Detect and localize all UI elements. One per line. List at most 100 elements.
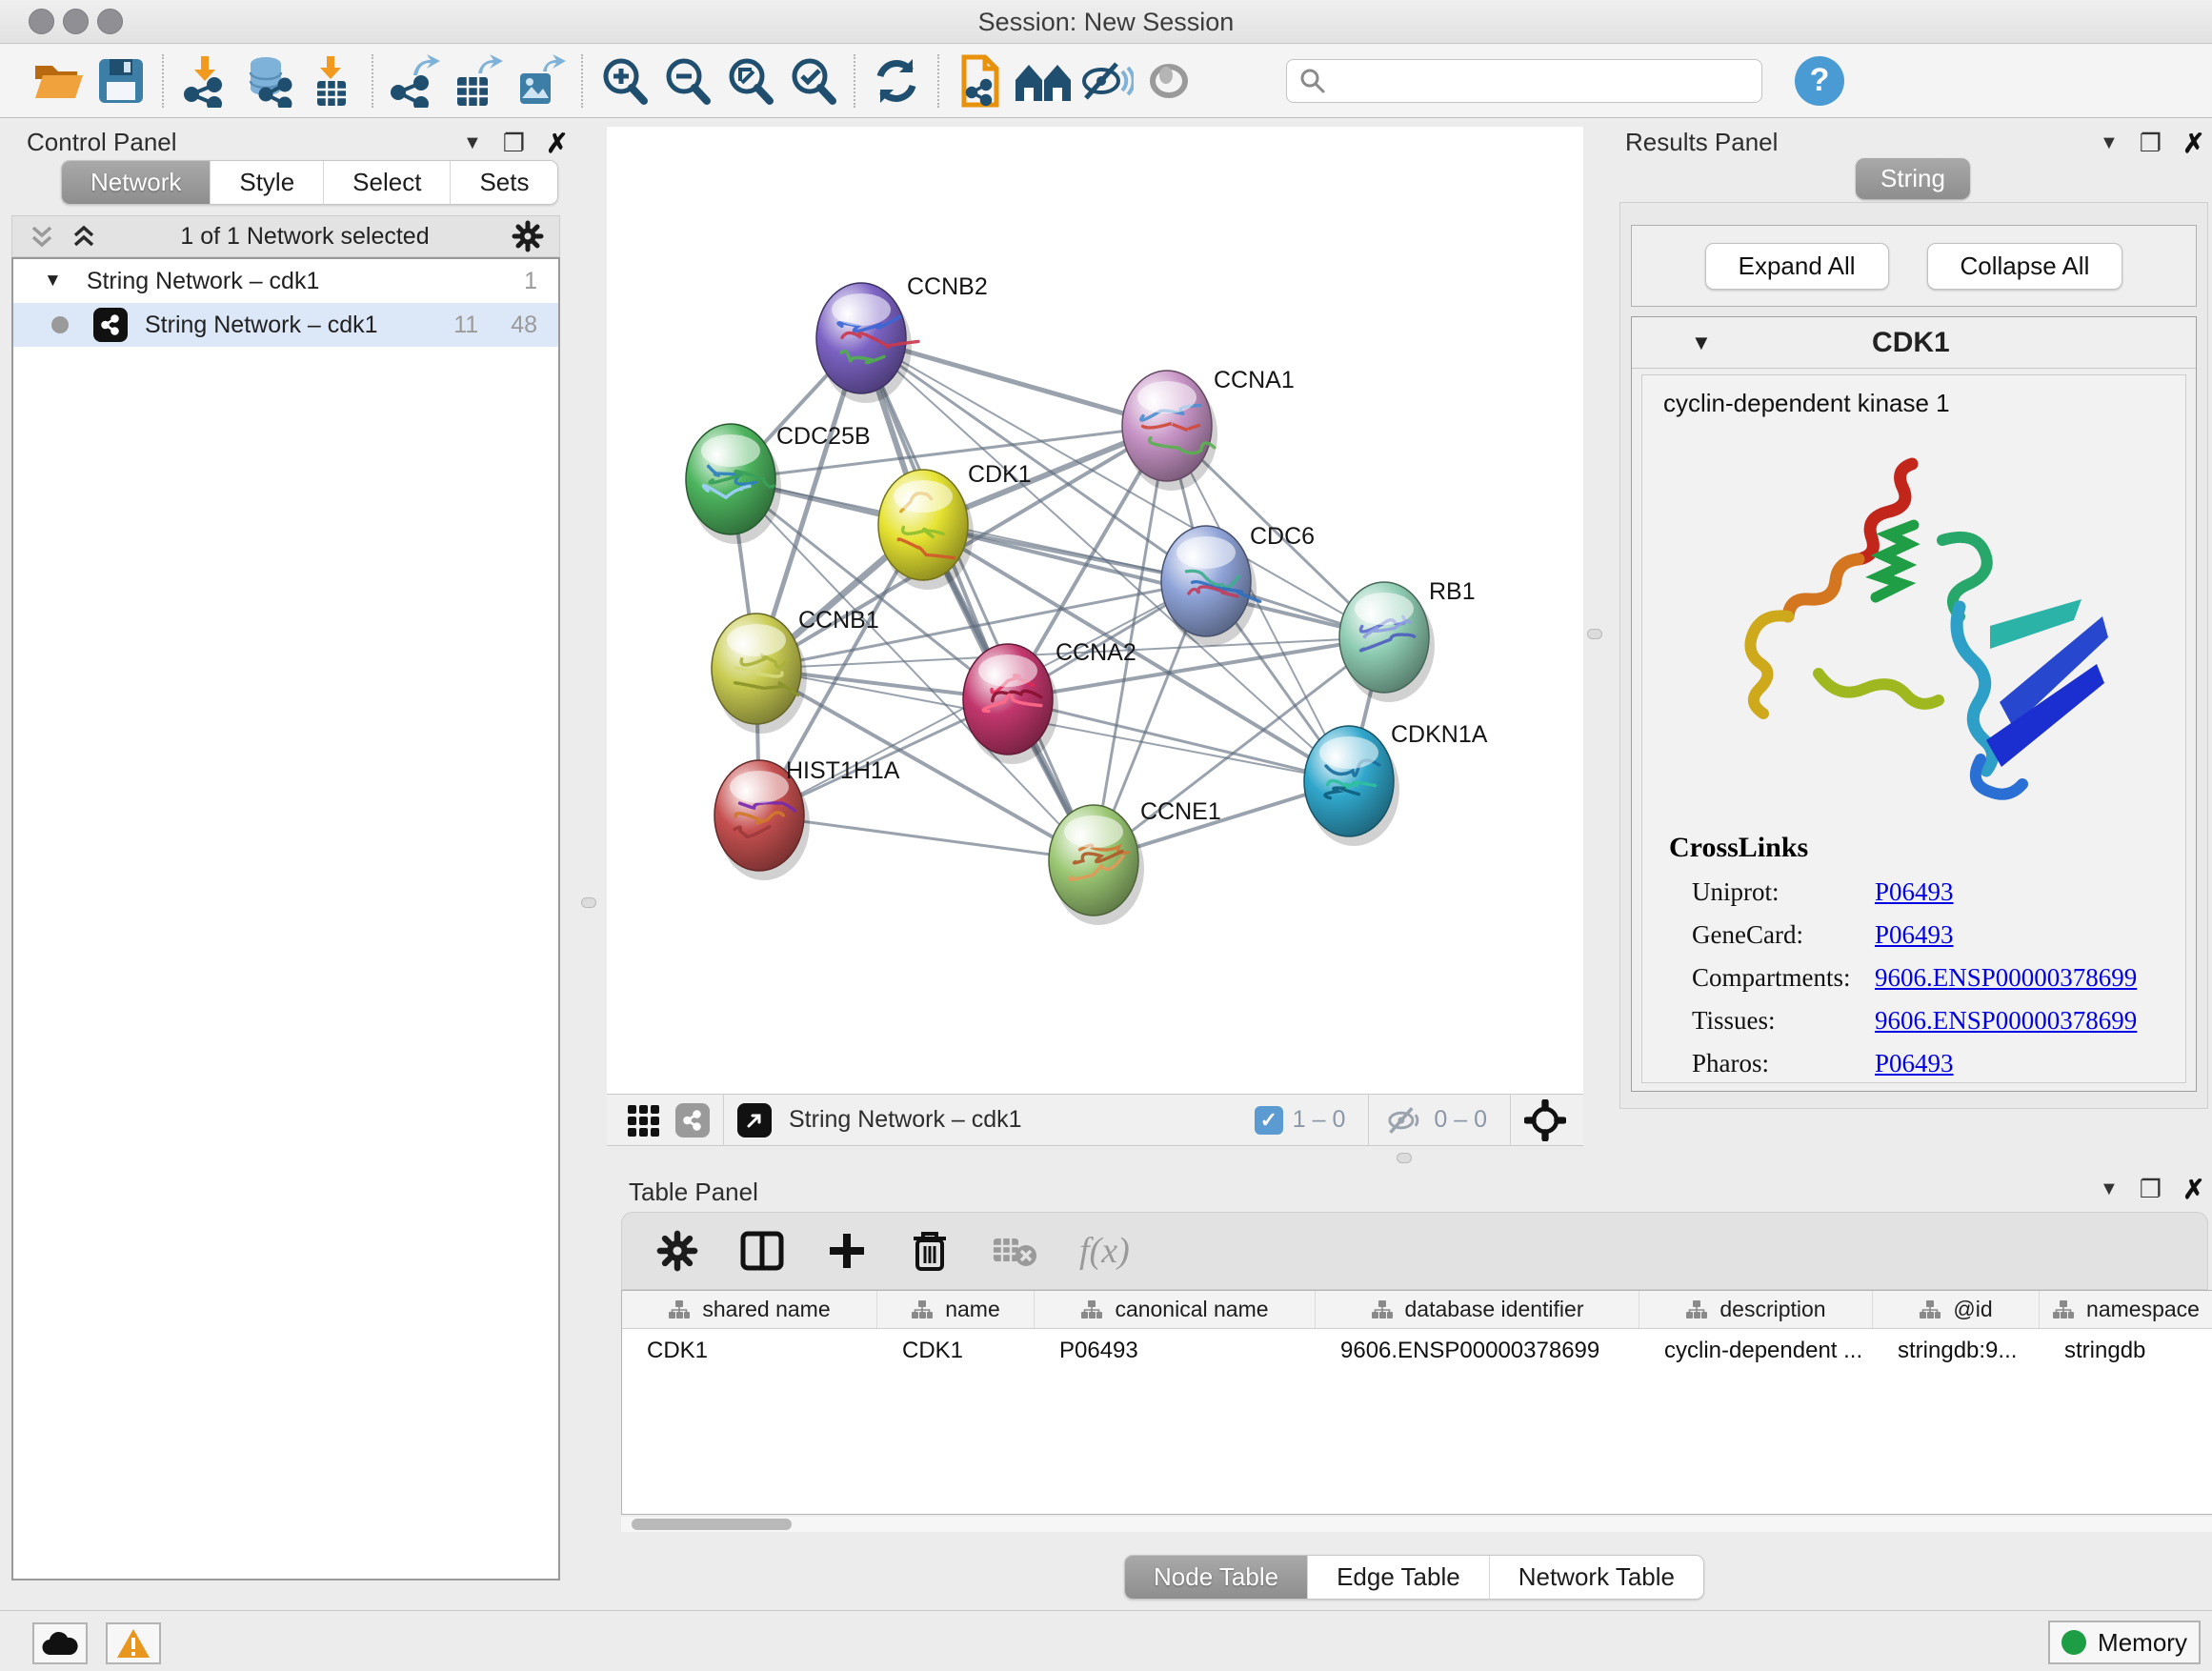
table-cell[interactable]: cyclin-dependent ... bbox=[1639, 1338, 1873, 1364]
save-session-button[interactable] bbox=[90, 51, 152, 111]
refresh-view-button[interactable] bbox=[865, 51, 928, 111]
table-options-gear-icon[interactable] bbox=[656, 1230, 698, 1272]
crosslink-link[interactable]: 9606.ENSP00000378699 bbox=[1875, 1006, 2137, 1036]
column-header[interactable]: description bbox=[1639, 1291, 1873, 1328]
protein-structure-image bbox=[1704, 426, 2123, 826]
zoom-selected-button[interactable] bbox=[781, 51, 844, 111]
column-header[interactable]: database identifier bbox=[1316, 1291, 1639, 1328]
table-cell[interactable]: CDK1 bbox=[622, 1338, 877, 1364]
tab-select[interactable]: Select bbox=[323, 161, 450, 204]
control-panel-close-icon[interactable]: ✗ bbox=[546, 128, 568, 159]
collection-count: 1 bbox=[524, 268, 537, 295]
crosslink-link[interactable]: P06493 bbox=[1875, 1049, 1954, 1078]
column-header[interactable]: namespace bbox=[2040, 1291, 2212, 1328]
tab-network[interactable]: Network bbox=[62, 161, 210, 204]
node-table[interactable]: shared namenamecanonical namedatabase id… bbox=[621, 1290, 2212, 1515]
collection-caret-icon[interactable]: ▼ bbox=[44, 271, 62, 292]
zoom-fit-button[interactable] bbox=[718, 51, 781, 111]
right-splitter-handle[interactable] bbox=[1587, 629, 1602, 639]
left-splitter-handle[interactable] bbox=[581, 897, 596, 908]
table-hscrollbar-thumb[interactable] bbox=[632, 1519, 792, 1530]
string-view-icon[interactable] bbox=[675, 1103, 710, 1137]
crosslink-link[interactable]: 9606.ENSP00000378699 bbox=[1875, 963, 2137, 993]
table-row[interactable]: CDK1CDK1P064939606.ENSP00000378699cyclin… bbox=[622, 1329, 2212, 1373]
table-cell[interactable]: CDK1 bbox=[877, 1338, 1035, 1364]
column-header[interactable]: shared name bbox=[622, 1291, 877, 1328]
table-cell[interactable]: 9606.ENSP00000378699 bbox=[1316, 1338, 1639, 1364]
table-panel-menu-icon[interactable]: ▼ bbox=[2100, 1178, 2119, 1200]
expand-all-button[interactable]: Expand All bbox=[1705, 243, 1889, 290]
delete-table-icon[interactable] bbox=[992, 1233, 1037, 1269]
crosslink-label: Compartments: bbox=[1692, 963, 1875, 993]
memory-button[interactable]: Memory bbox=[2048, 1621, 2201, 1664]
eye-icon bbox=[1144, 58, 1194, 104]
column-header[interactable]: canonical name bbox=[1035, 1291, 1316, 1328]
results-panel-title: Results Panel bbox=[1625, 128, 1778, 157]
network-collection-row[interactable]: ▼ String Network – cdk1 1 bbox=[13, 259, 558, 303]
network-node-CDC6 bbox=[1161, 526, 1260, 646]
export-table-button[interactable] bbox=[446, 51, 509, 111]
crosslink-link[interactable]: P06493 bbox=[1875, 877, 1954, 907]
zoom-in-button[interactable] bbox=[593, 51, 655, 111]
table-panel-title: Table Panel bbox=[629, 1178, 758, 1207]
tab-edge-table[interactable]: Edge Table bbox=[1307, 1556, 1489, 1599]
gene-card-header[interactable]: ▼ CDK1 bbox=[1632, 317, 2196, 369]
network-options-gear-icon[interactable] bbox=[512, 220, 544, 252]
open-session-button[interactable] bbox=[27, 51, 90, 111]
collapse-all-icon[interactable] bbox=[28, 222, 56, 251]
table-panel-float-icon[interactable]: ❐ bbox=[2140, 1175, 2162, 1204]
show-columns-icon[interactable] bbox=[740, 1229, 784, 1273]
tab-style[interactable]: Style bbox=[210, 161, 323, 204]
control-panel-menu-icon[interactable]: ▼ bbox=[463, 132, 482, 154]
tab-node-table[interactable]: Node Table bbox=[1125, 1556, 1307, 1599]
network-row[interactable]: String Network – cdk1 11 48 bbox=[13, 303, 558, 347]
search-input[interactable] bbox=[1286, 59, 1762, 103]
create-column-plus-icon[interactable] bbox=[826, 1230, 868, 1272]
table-cell[interactable]: stringdb bbox=[2040, 1338, 2212, 1364]
crosslink-link[interactable]: P06493 bbox=[1875, 920, 1954, 950]
network-canvas[interactable]: CCNB2CCNA1CDC25BCDK1CDC6RB1CCNB1CCNA2CDK… bbox=[607, 127, 1583, 1094]
table-cell[interactable]: stringdb:9... bbox=[1873, 1338, 2040, 1364]
control-panel-float-icon[interactable]: ❐ bbox=[503, 129, 525, 158]
results-panel-menu-icon[interactable]: ▼ bbox=[2100, 132, 2119, 154]
delete-column-trash-icon[interactable] bbox=[910, 1229, 950, 1273]
zoom-out-button[interactable] bbox=[655, 51, 718, 111]
import-network-database-button[interactable] bbox=[236, 51, 299, 111]
function-builder-button[interactable]: f(x) bbox=[1079, 1230, 1130, 1272]
table-panel-close-icon[interactable]: ✗ bbox=[2182, 1174, 2204, 1205]
node-label-HIST1H1A: HIST1H1A bbox=[786, 757, 900, 784]
hidden-eye-slash-icon[interactable] bbox=[1382, 1104, 1424, 1137]
import-table-file-button[interactable] bbox=[299, 51, 362, 111]
network-svg: CCNB2CCNA1CDC25BCDK1CDC6RB1CCNB1CCNA2CDK… bbox=[607, 127, 1583, 1094]
birds-eye-grid-icon[interactable] bbox=[626, 1103, 660, 1137]
tab-sets[interactable]: Sets bbox=[450, 161, 557, 204]
results-panel-float-icon[interactable]: ❐ bbox=[2140, 129, 2162, 158]
import-network-file-button[interactable] bbox=[173, 51, 236, 111]
expand-all-icon[interactable] bbox=[70, 222, 98, 251]
gene-collapse-caret-icon[interactable]: ▼ bbox=[1691, 331, 1712, 355]
table-hscrollbar-track[interactable] bbox=[621, 1517, 2212, 1532]
column-header[interactable]: name bbox=[877, 1291, 1035, 1328]
collapse-all-button[interactable]: Collapse All bbox=[1927, 243, 2123, 290]
hide-elements-button[interactable] bbox=[1075, 51, 1137, 111]
open-in-string-icon[interactable] bbox=[737, 1103, 772, 1137]
network-node-CCNA1 bbox=[1122, 371, 1217, 491]
show-elements-button[interactable] bbox=[1137, 51, 1200, 111]
export-network-button[interactable] bbox=[383, 51, 446, 111]
tab-network-table[interactable]: Network Table bbox=[1489, 1556, 1703, 1599]
node-label-RB1: RB1 bbox=[1429, 578, 1476, 605]
table-cell[interactable]: P06493 bbox=[1035, 1338, 1316, 1364]
export-image-button[interactable] bbox=[509, 51, 572, 111]
tab-string-results[interactable]: String bbox=[1856, 158, 1970, 199]
selected-checkbox-icon[interactable]: ✓ bbox=[1255, 1106, 1283, 1135]
warnings-button[interactable] bbox=[106, 1622, 161, 1664]
help-button[interactable]: ? bbox=[1795, 56, 1844, 106]
home-networks-button[interactable] bbox=[1012, 51, 1075, 111]
cloud-services-button[interactable] bbox=[32, 1622, 88, 1664]
results-panel-close-icon[interactable]: ✗ bbox=[2182, 128, 2204, 159]
network-from-file-button[interactable] bbox=[949, 51, 1012, 111]
column-header[interactable]: @id bbox=[1873, 1291, 2040, 1328]
bottom-splitter-handle[interactable] bbox=[1397, 1153, 1412, 1163]
zoom-fit-icon bbox=[724, 55, 775, 107]
manual-layout-crosshair-icon[interactable] bbox=[1524, 1099, 1566, 1141]
